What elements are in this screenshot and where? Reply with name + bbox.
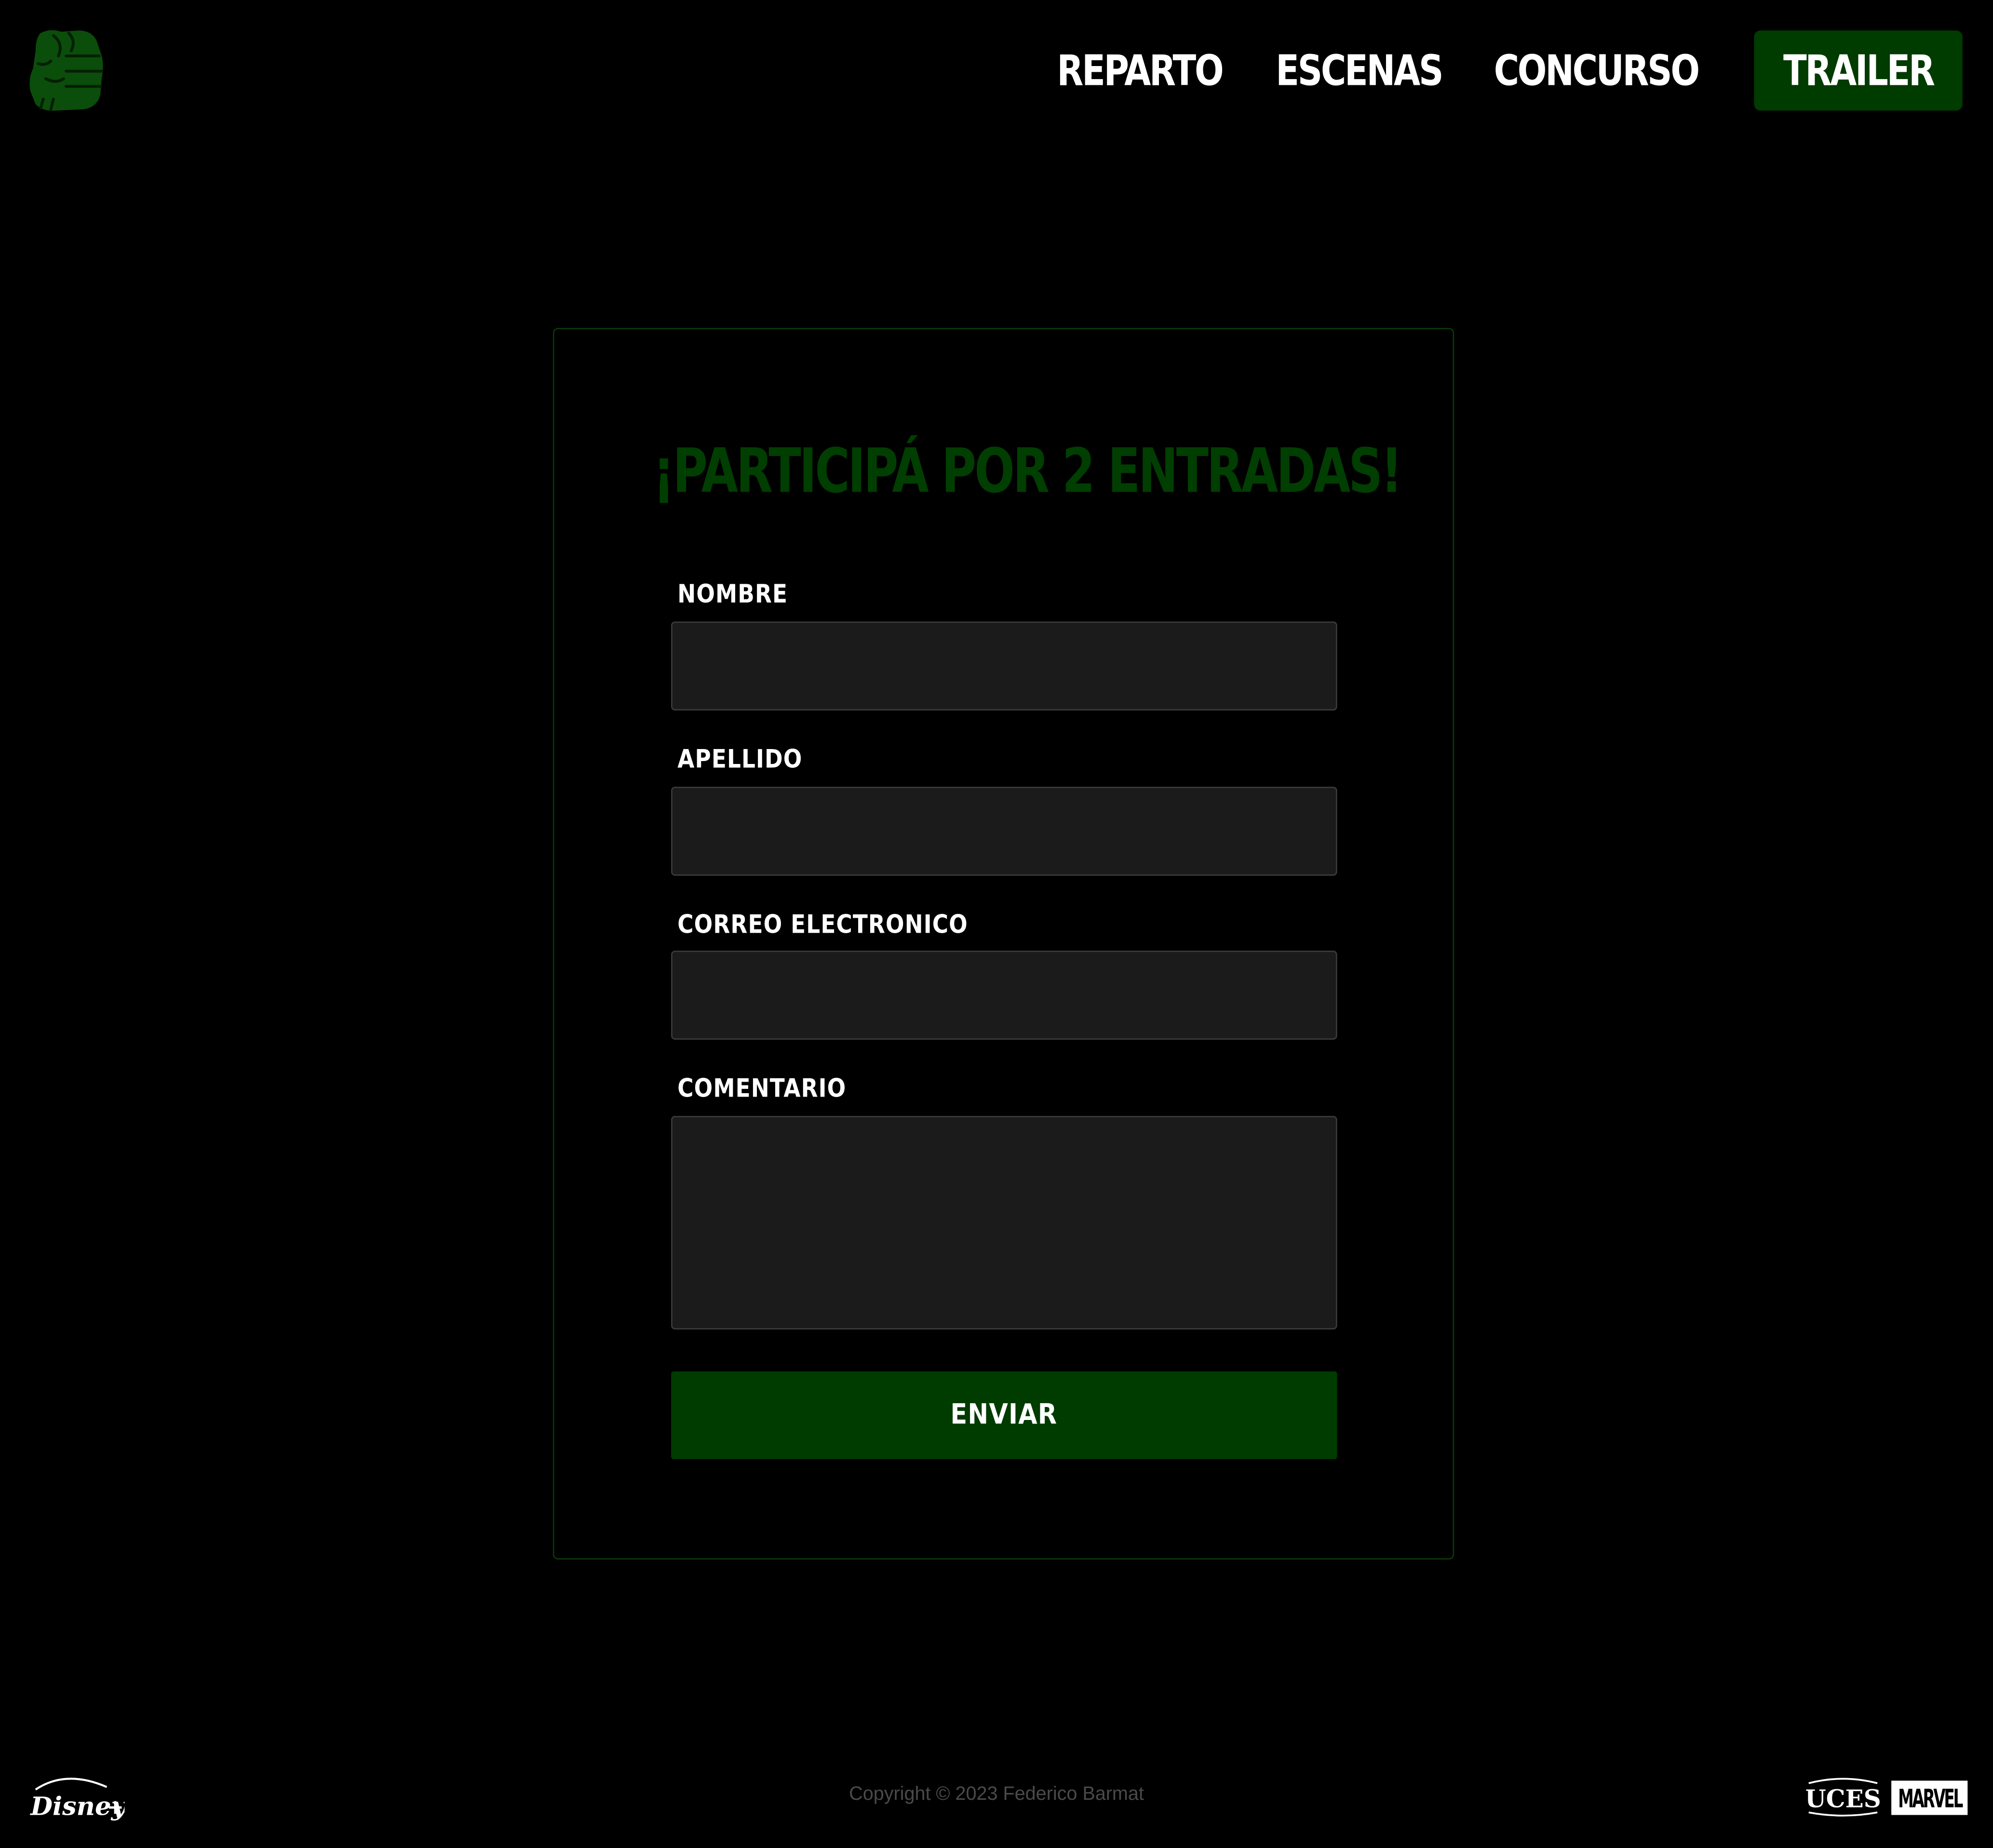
page: REPARTO ESCENAS CONCURSO TRAILER ¡PARTIC…: [0, 0, 1993, 1848]
nombre-label: NOMBRE: [677, 578, 788, 609]
comentario-textarea[interactable]: [671, 1116, 1337, 1330]
enviar-button[interactable]: ENVIAR: [671, 1371, 1337, 1460]
svg-text:UCES: UCES: [1806, 1785, 1880, 1813]
copyright-text: Copyright © 2023 Federico Barmat: [849, 1783, 1144, 1805]
nombre-input[interactable]: [671, 621, 1337, 711]
enviar-button-label: ENVIAR: [950, 1399, 1058, 1432]
apellido-input[interactable]: [671, 787, 1337, 876]
correo-electronico-label: CORREO ELECTRONICO: [677, 909, 968, 939]
uces-logo[interactable]: UCES: [1805, 1777, 1881, 1817]
trailer-button[interactable]: TRAILER: [1754, 30, 1963, 111]
marvel-logo-text: MARVEL: [1898, 1782, 1963, 1813]
apellido-label: APELLIDO: [677, 743, 803, 774]
trailer-button-label: TRAILER: [1783, 45, 1935, 95]
nav-link-escenas[interactable]: ESCENAS: [1275, 46, 1443, 95]
form-title: ¡PARTICIPÁ POR 2 ENTRADAS!: [653, 436, 1403, 508]
comentario-label: COMENTARIO: [677, 1072, 847, 1103]
correo-electronico-input[interactable]: [671, 951, 1337, 1040]
contest-form: ¡PARTICIPÁ POR 2 ENTRADAS! NOMBRE APELLI…: [552, 328, 1454, 1560]
marvel-logo[interactable]: MARVEL: [1891, 1781, 1968, 1815]
hulk-fist-logo-icon[interactable]: [28, 28, 104, 112]
nav-link-concurso[interactable]: CONCURSO: [1494, 46, 1699, 95]
nav-link-reparto[interactable]: REPARTO: [1057, 46, 1224, 95]
